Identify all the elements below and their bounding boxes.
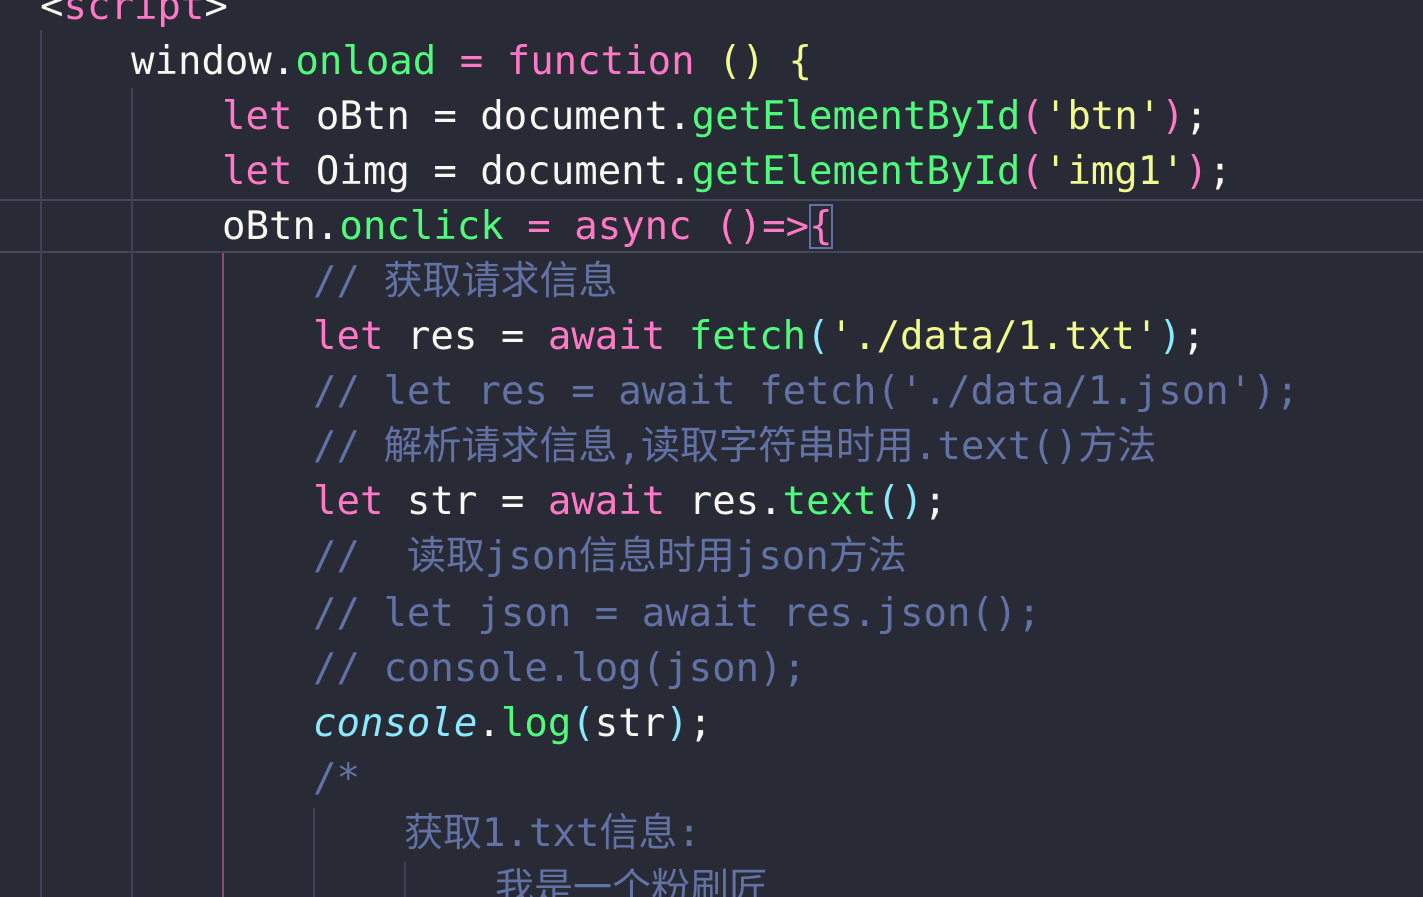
tag-bracket: < [40,0,64,29]
code-line[interactable]: let Oimg = document.getElementById('img1… [222,144,1232,199]
code-token: ) [1158,314,1182,359]
code-token: ( [806,314,830,359]
code-token: res = [383,314,548,359]
code-token: res. [665,479,783,524]
code-token: './data/1.txt' [829,314,1159,359]
comment: // console.log(json); [313,646,807,691]
code-line-current[interactable]: oBtn.onclick = async ()=>{ [222,199,833,254]
code-line[interactable]: 我是一个粉刷匠 [495,861,768,897]
code-token: getElementById [691,149,1021,194]
comment: 我是一个粉刷匠 [495,866,769,897]
code-token: async [574,204,692,249]
tag-bracket: > [204,0,228,29]
code-token: . [477,701,501,746]
code-token: { [788,39,812,84]
comment: // 获取请求信息 [313,259,618,304]
code-token: ) [1161,94,1185,139]
code-token: fetch [688,314,807,359]
code-token: 'btn' [1043,94,1162,139]
comment: // 读取json信息时用json方法 [313,534,907,579]
code-token: await [547,479,666,524]
code-token: getElementById [691,94,1021,139]
code-line[interactable]: /* [313,751,360,806]
code-line[interactable]: // console.log(json); [313,641,806,696]
code-token: ) [1184,149,1209,194]
code-token: onload [295,39,437,84]
code-line[interactable]: let res = await fetch('./data/1.txt'); [313,309,1205,364]
code-token: window. [131,39,296,84]
code-token: ( [571,701,595,746]
code-token: function [506,39,695,84]
code-token: let [222,94,293,139]
indent-guide-active [222,253,224,897]
code-line[interactable]: // 获取请求信息 [313,254,617,309]
code-token: = [503,204,575,249]
code-editor[interactable]: <script> window.onload = function () { l… [0,0,1423,897]
code-token: = [436,39,507,84]
code-token: ; [1208,149,1232,194]
comment: // let json = await res.json(); [313,591,1041,636]
code-line[interactable]: 获取1.txt信息: [404,806,701,861]
code-token: ) [665,701,689,746]
code-token: oBtn = document. [292,94,692,139]
matched-bracket: { [809,204,833,249]
code-token: str [594,701,666,746]
code-token: let [222,149,293,194]
code-token: 'img1' [1043,149,1185,194]
code-token: () [718,39,766,84]
code-token: => [762,204,810,249]
indent-guide [40,30,42,897]
code-token: Oimg = document. [292,149,692,194]
code-token: oBtn. [222,204,340,249]
code-token: ; [1184,94,1209,139]
indent-guide [313,808,315,897]
code-token: text [782,479,877,524]
tag-name: script [63,0,205,29]
code-line[interactable]: // 解析请求信息,读取字符串时用.text()方法 [313,419,1156,474]
code-token: ( [1020,149,1044,194]
code-line[interactable]: // 读取json信息时用json方法 [313,529,907,584]
code-line[interactable]: console.log(str); [313,696,712,751]
code-line[interactable]: // let json = await res.json(); [313,586,1041,641]
code-token: let [313,479,384,524]
comment: 获取1.txt信息: [404,811,701,856]
code-line[interactable]: // let res = await fetch('./data/1.json'… [313,364,1299,419]
code-token: onclick [339,204,504,249]
code-token: ; [688,701,713,746]
code-token: log [500,701,572,746]
code-token: ( [1020,94,1044,139]
code-token: ; [923,479,948,524]
comment: // let res = await fetch('./data/1.json'… [313,369,1300,414]
code-line[interactable]: window.onload = function () { [131,34,812,89]
code-line[interactable]: let oBtn = document.getElementById('btn'… [222,89,1208,144]
comment: /* [313,756,360,801]
indent-guide [131,88,133,897]
code-token: () [715,204,763,249]
code-line[interactable]: <script> [40,0,228,34]
code-token: str = [383,479,548,524]
code-token: let [313,314,384,359]
code-token: console [313,701,478,746]
code-line[interactable]: let str = await res.text(); [313,474,947,529]
code-token: await [547,314,666,359]
code-token: ; [1181,314,1206,359]
code-token: () [876,479,924,524]
comment: // 解析请求信息,读取字符串时用.text()方法 [313,424,1157,469]
indent-guide [404,862,406,897]
